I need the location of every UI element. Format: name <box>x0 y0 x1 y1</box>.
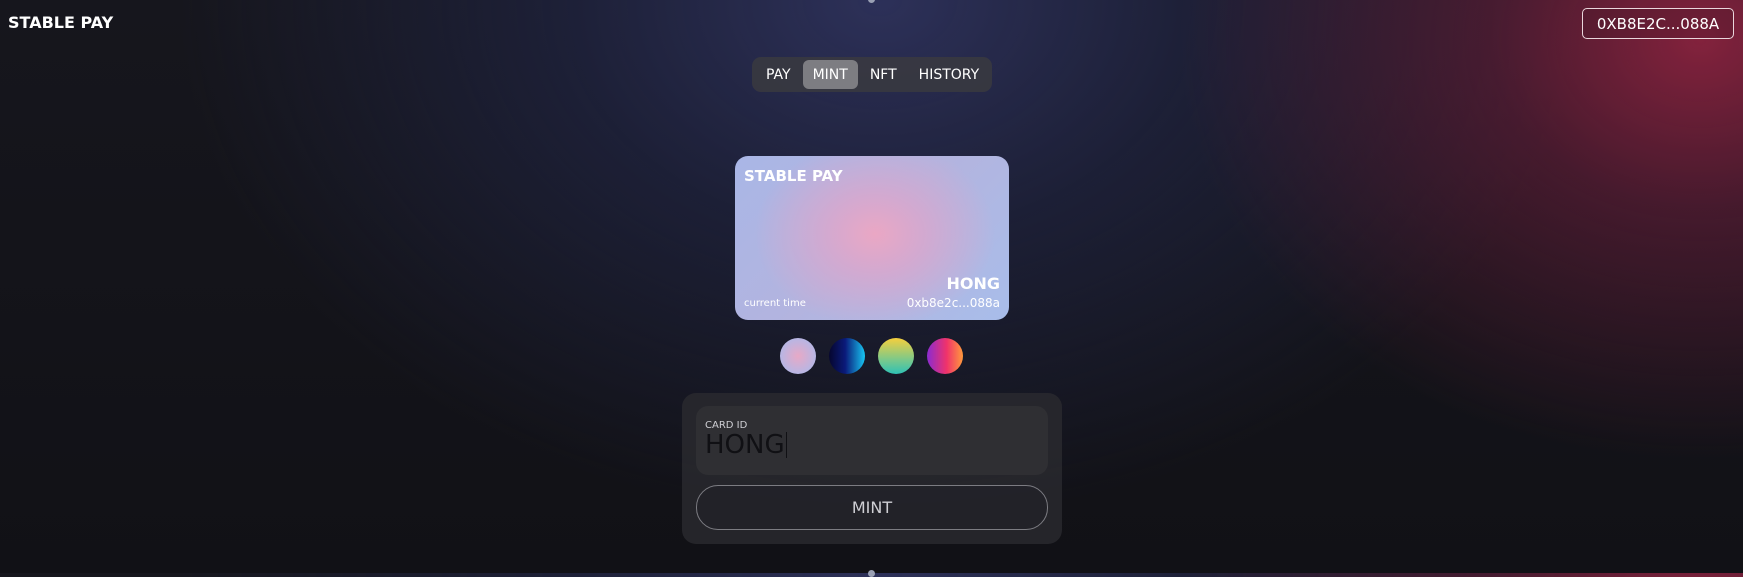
mint-form-panel: CARD ID HONG MINT <box>682 393 1062 544</box>
card-id-input[interactable]: HONG <box>705 430 787 460</box>
swatch-navy-cyan[interactable] <box>829 338 865 374</box>
card-title: STABLE PAY <box>744 167 843 185</box>
card-holder-name: HONG <box>946 274 1000 293</box>
swatch-purple-pink-orange[interactable] <box>927 338 963 374</box>
card-id-field[interactable]: CARD ID HONG <box>696 406 1048 475</box>
mint-button[interactable]: MINT <box>696 485 1048 530</box>
text-cursor <box>785 432 787 458</box>
card-time-label: current time <box>744 298 806 309</box>
scroll-indicator-bottom <box>868 570 875 577</box>
tab-pay[interactable]: PAY <box>756 60 801 89</box>
scroll-indicator-top <box>868 0 875 3</box>
swatch-yellow-teal[interactable] <box>878 338 914 374</box>
swatch-pastel-pink-blue[interactable] <box>780 338 816 374</box>
color-swatches <box>780 338 963 374</box>
nav-tabs: PAY MINT NFT HISTORY <box>752 57 992 92</box>
tab-history[interactable]: HISTORY <box>909 60 990 89</box>
card-preview: STABLE PAY HONG current time 0xb8e2c...0… <box>735 156 1009 320</box>
card-id-value: HONG <box>705 430 785 460</box>
wallet-address-button[interactable]: 0XB8E2C...088A <box>1582 8 1734 39</box>
brand-logo: STABLE PAY <box>8 13 114 32</box>
tab-nft[interactable]: NFT <box>860 60 907 89</box>
card-address: 0xb8e2c...088a <box>906 296 1000 310</box>
tab-mint[interactable]: MINT <box>802 60 858 89</box>
